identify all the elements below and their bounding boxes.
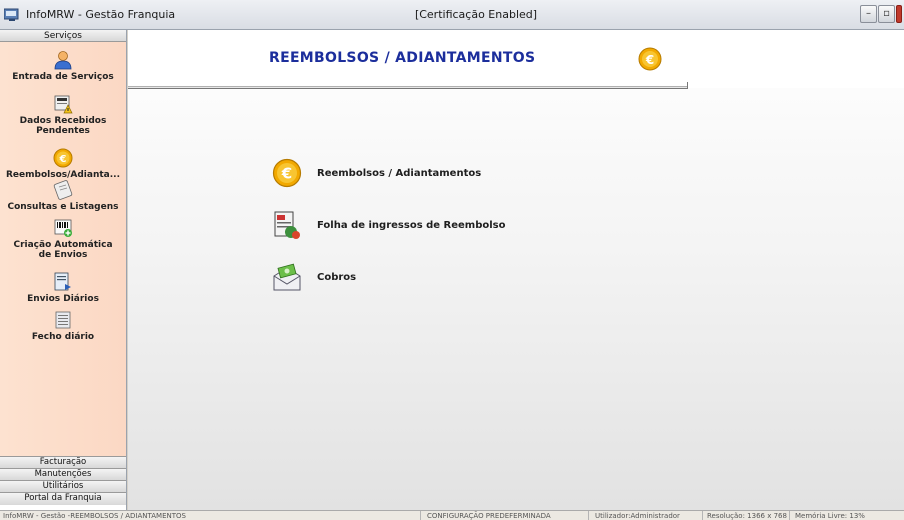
money-envelope-icon xyxy=(273,263,301,291)
warning-document-icon xyxy=(54,95,73,114)
sidebar-item-dados-recebidos[interactable]: Dados Recebidos Pendentes xyxy=(0,94,126,136)
window-controls: – ▫ xyxy=(860,5,902,25)
sidebar-section-portal[interactable]: Portal da Franquia xyxy=(0,492,126,505)
status-user: Utilizador:Administrador xyxy=(595,512,680,520)
page-title: REEMBOLSOS / ADIANTAMENTOS xyxy=(269,50,536,66)
sidebar-item-reembolsos[interactable]: € Reembolsos/Adianta... xyxy=(0,148,126,180)
status-separator xyxy=(702,511,703,520)
menu-item-reembolsos-adiantamentos[interactable]: € Reembolsos / Adiantamentos xyxy=(272,156,481,190)
sidebar-item-label: Dados Recebidos Pendentes xyxy=(19,116,107,136)
status-resolution: Resolução: 1366 x 768 xyxy=(707,512,787,520)
status-bar: InfoMRW - Gestão -REEMBOLSOS / ADIANTAME… xyxy=(0,510,904,520)
sidebar: Serviços Entrada de Serviços Dados Receb… xyxy=(0,30,127,510)
euro-coin-icon: € xyxy=(638,47,662,71)
status-separator xyxy=(420,511,421,520)
sidebar-item-criacao-envios[interactable]: Criação Automática de Envios xyxy=(0,218,126,260)
sidebar-item-label: Reembolsos/Adianta... xyxy=(5,170,121,180)
document-arrow-icon xyxy=(54,272,71,291)
scroll-icon xyxy=(53,180,73,200)
sidebar-panel: Entrada de Serviços Dados Recebidos Pend… xyxy=(0,42,126,456)
close-button[interactable] xyxy=(896,5,902,23)
euro-coin-icon: € xyxy=(272,158,302,188)
sidebar-item-label: Envios Diários xyxy=(27,294,99,304)
svg-text:€: € xyxy=(59,154,67,165)
svg-text:€: € xyxy=(281,165,292,183)
status-path: InfoMRW - Gestão -REEMBOLSOS / ADIANTAME… xyxy=(3,512,186,520)
header-divider xyxy=(128,86,688,89)
sidebar-item-label: Criação Automática de Envios xyxy=(13,240,113,260)
status-separator xyxy=(588,511,589,520)
menu-item-cobros[interactable]: Cobros xyxy=(272,260,356,294)
sidebar-item-label: Consultas e Listagens xyxy=(7,202,119,212)
menu-item-label: Reembolsos / Adiantamentos xyxy=(317,167,482,179)
window-title-bar: InfoMRW - Gestão Franquia [Certificação … xyxy=(0,0,904,30)
status-config: CONFIGURAÇÃO PREDEFERMINADA xyxy=(427,512,551,520)
person-icon xyxy=(54,51,72,70)
sidebar-item-consultas[interactable]: Consultas e Listagens xyxy=(0,180,126,212)
menu-item-folha-ingressos[interactable]: Folha de ingressos de Reembolso xyxy=(272,208,506,242)
sidebar-item-entrada-servicos[interactable]: Entrada de Serviços xyxy=(0,50,126,82)
maximize-button[interactable]: ▫ xyxy=(878,5,895,23)
sidebar-item-label: Entrada de Serviços xyxy=(12,72,114,82)
header-divider-end xyxy=(687,82,688,88)
app-title: InfoMRW - Gestão Franquia xyxy=(26,8,176,21)
menu-item-label: Folha de ingressos de Reembolso xyxy=(317,219,506,231)
sidebar-item-fecho-diario[interactable]: Fecho diário xyxy=(0,310,126,342)
ledger-icon xyxy=(55,311,71,329)
euro-coin-icon: € xyxy=(53,148,73,168)
sidebar-item-label: Fecho diário xyxy=(31,332,95,342)
refund-sheet-icon xyxy=(274,211,300,239)
sidebar-section-manutencoes[interactable]: Manutenções xyxy=(0,468,126,480)
status-memory: Memória Livre: 13% xyxy=(795,512,865,520)
sidebar-item-envios-diarios[interactable]: Envios Diários xyxy=(0,272,126,304)
svg-text:€: € xyxy=(645,53,654,67)
status-separator xyxy=(789,511,790,520)
certification-status: [Certificação Enabled] xyxy=(414,8,538,21)
sidebar-section-utilitarios[interactable]: Utilitários xyxy=(0,480,126,492)
barcode-add-icon xyxy=(54,219,72,237)
app-icon xyxy=(4,8,19,21)
sidebar-section-facturacao[interactable]: Facturação xyxy=(0,456,126,468)
page-header: REEMBOLSOS / ADIANTAMENTOS € xyxy=(128,30,904,88)
minimize-button[interactable]: – xyxy=(860,5,877,23)
sidebar-section-servicos[interactable]: Serviços xyxy=(0,30,126,42)
menu-item-label: Cobros xyxy=(317,271,357,283)
main-content: REEMBOLSOS / ADIANTAMENTOS € € Reembolso… xyxy=(128,30,904,510)
